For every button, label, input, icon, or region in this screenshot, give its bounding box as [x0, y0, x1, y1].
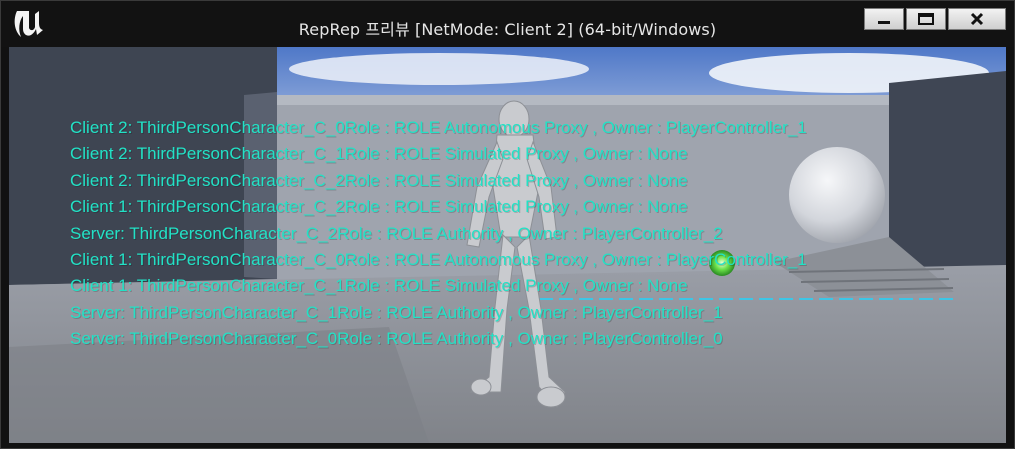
debug-line: Server: ThirdPersonCharacter_C_2Role : R… [70, 223, 723, 243]
maximize-button[interactable] [906, 8, 946, 30]
debug-line: Client 1: ThirdPersonCharacter_C_0Role :… [70, 249, 807, 269]
minimize-icon [878, 21, 890, 24]
cloud [289, 53, 589, 85]
title-bar[interactable]: RepRep 프리뷰 [NetMode: Client 2] (64-bit/W… [1, 1, 1014, 47]
close-icon [970, 12, 984, 26]
debug-line: Server: ThirdPersonCharacter_C_0Role : R… [70, 329, 723, 349]
game-preview-window: RepRep 프리뷰 [NetMode: Client 2] (64-bit/W… [0, 0, 1015, 449]
debug-line: Server: ThirdPersonCharacter_C_1Role : R… [70, 302, 723, 322]
back-wall-top [244, 95, 894, 105]
debug-line: Client 2: ThirdPersonCharacter_C_0Role :… [70, 118, 807, 137]
window-title: RepRep 프리뷰 [NetMode: Client 2] (64-bit/W… [298, 20, 717, 39]
network-role-debug-log: Client 2: ThirdPersonCharacter_C_0Role :… [70, 115, 807, 353]
debug-line: Client 2: ThirdPersonCharacter_C_2Role :… [70, 170, 688, 190]
close-button[interactable] [948, 8, 1006, 30]
debug-line: Client 1: ThirdPersonCharacter_C_2Role :… [70, 197, 688, 217]
debug-line: Client 2: ThirdPersonCharacter_C_1Role :… [70, 144, 688, 164]
window-controls [864, 8, 1006, 32]
game-viewport[interactable]: Client 2: ThirdPersonCharacter_C_0Role :… [9, 47, 1006, 443]
maximize-icon [918, 13, 934, 25]
minimize-button[interactable] [864, 8, 904, 30]
debug-line: Client 1: ThirdPersonCharacter_C_1Role :… [70, 276, 688, 296]
